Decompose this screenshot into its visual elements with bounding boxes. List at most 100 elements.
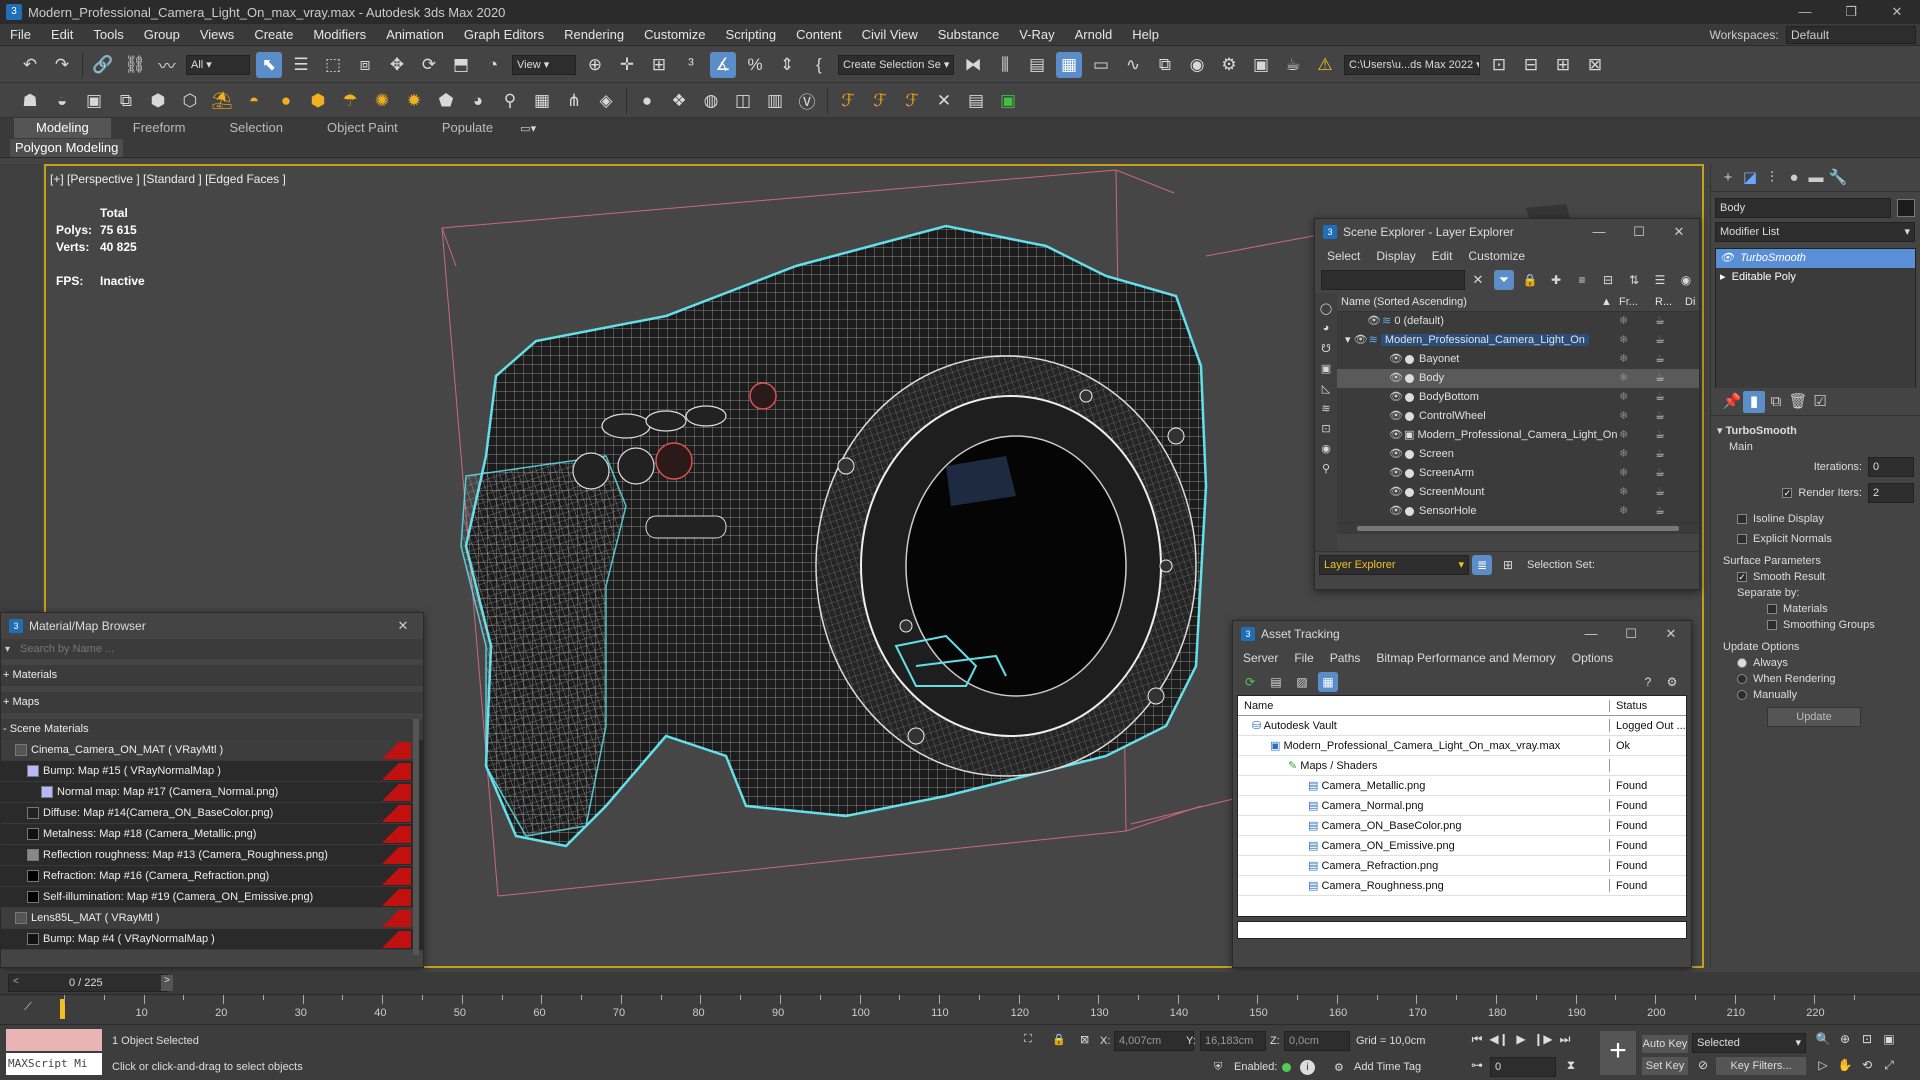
help-icon[interactable]: ? bbox=[1638, 672, 1658, 692]
auto-key-button[interactable]: Auto Key bbox=[1642, 1035, 1688, 1053]
toggle-ribbon-icon[interactable]: ▭ bbox=[1088, 52, 1114, 78]
ribbon-options-icon[interactable]: ▭▾ bbox=[518, 120, 538, 136]
menu-create[interactable]: Create bbox=[244, 24, 303, 46]
settings-icon[interactable]: ⚙ bbox=[1662, 672, 1682, 692]
clear-search-icon[interactable]: ✕ bbox=[1468, 270, 1488, 290]
modifier-list-dropdown[interactable]: Modifier List ▾ bbox=[1715, 222, 1915, 242]
column-name-header[interactable]: Name bbox=[1238, 699, 1610, 712]
asset-row[interactable]: ⛁ Autodesk Vault Logged Out ... bbox=[1238, 716, 1686, 736]
set-key-big-icon[interactable]: + bbox=[1600, 1031, 1636, 1075]
visibility-eye-icon[interactable]: 👁 bbox=[1389, 388, 1403, 407]
material-row[interactable]: Bump: Map #15 ( VRayNormalMap ) bbox=[1, 761, 415, 782]
timeline-track[interactable]: ⟋ 10 20 30 40 50 60 70 80 90 100 110 120 130 140 150 16… bbox=[0, 994, 1920, 1024]
selection-filter-dropdown[interactable]: All ▾ bbox=[186, 54, 250, 75]
layers-icon[interactable]: ☰ bbox=[1650, 270, 1670, 290]
vray-light-plane-icon[interactable]: ⛱ bbox=[209, 88, 235, 114]
visibility-eye-icon[interactable]: 👁 bbox=[1389, 483, 1403, 502]
close-button[interactable]: ✕ bbox=[1651, 621, 1691, 647]
polygon-modeling-panel[interactable]: Polygon Modeling bbox=[10, 139, 124, 157]
vray-interactive-icon[interactable]: ⧉ bbox=[113, 88, 139, 114]
asset-menu-bitmap-performance-and-memory[interactable]: Bitmap Performance and Memory bbox=[1368, 647, 1563, 669]
display-none-icon[interactable]: ◯ bbox=[1317, 299, 1335, 317]
asset-row[interactable]: ▤ Camera_Refraction.png Found bbox=[1238, 856, 1686, 876]
time-tag-icon[interactable]: ⚙ bbox=[1334, 1061, 1344, 1074]
display-geometry-icon[interactable]: ◕ bbox=[1317, 319, 1335, 337]
window-crossing-icon[interactable]: ⧈ bbox=[352, 52, 378, 78]
update-button[interactable]: Update bbox=[1767, 707, 1861, 727]
move-icon[interactable]: ✥ bbox=[384, 52, 410, 78]
edit-named-sets-icon[interactable]: { bbox=[806, 52, 832, 78]
render-teapot-icon[interactable]: ☕ bbox=[1655, 426, 1665, 445]
vray-camera-icon[interactable]: ⚲ bbox=[497, 88, 523, 114]
material-row[interactable]: Bump: Map #4 ( VRayNormalMap ) bbox=[1, 929, 415, 950]
zoom-extents-all-icon[interactable]: ▣ bbox=[1878, 1029, 1900, 1049]
select-object-icon[interactable]: ⬉ bbox=[256, 51, 282, 78]
material-row[interactable]: Cinema_Camera_ON_MAT ( VRayMtl ) bbox=[1, 740, 415, 761]
curve-editor-mini-icon[interactable]: ⟋ bbox=[24, 1001, 32, 1014]
render-teapot-icon[interactable]: ☕ bbox=[1655, 331, 1665, 350]
snaps-toggle-icon[interactable]: ³ bbox=[678, 52, 704, 78]
layer-explorer-icon[interactable]: ≣ bbox=[1472, 554, 1492, 575]
tab-modeling[interactable]: Modeling bbox=[14, 118, 111, 138]
vray-multi-icon[interactable]: ❖ bbox=[666, 88, 692, 114]
iterations-spinner[interactable]: 0 bbox=[1868, 457, 1914, 477]
toggle-scene-explorer-icon[interactable]: ▤ bbox=[1024, 52, 1050, 78]
rollout-title[interactable]: ▾ TurboSmooth bbox=[1717, 424, 1914, 437]
explorer-type-dropdown[interactable]: Layer Explorer ▾ bbox=[1319, 554, 1469, 575]
display-helpers-icon[interactable]: ≋ bbox=[1317, 399, 1335, 417]
bind-spacewarp-icon[interactable]: 〰 bbox=[154, 52, 180, 78]
fp-3-icon[interactable]: ℱ bbox=[899, 88, 925, 114]
hierarchy-tab-icon[interactable]: ⫶ bbox=[1761, 167, 1783, 189]
menu-animation[interactable]: Animation bbox=[376, 24, 454, 46]
freeze-icon[interactable]: ❄ bbox=[1619, 445, 1628, 464]
y-coordinate-field[interactable]: 16,183cm bbox=[1200, 1031, 1266, 1051]
manually-radio[interactable] bbox=[1737, 690, 1747, 701]
tree-row[interactable]: 👁 SensorHole ❄ ☕ bbox=[1337, 502, 1699, 521]
column-render-header[interactable]: R... bbox=[1655, 293, 1672, 312]
material-search-input[interactable] bbox=[16, 640, 417, 658]
modify-tab-icon[interactable]: ◪ bbox=[1739, 167, 1761, 189]
play-icon[interactable]: ▶ bbox=[1510, 1029, 1532, 1049]
freeze-icon[interactable]: ❄ bbox=[1619, 426, 1628, 445]
render-teapot-icon[interactable]: ☕ bbox=[1655, 350, 1665, 369]
asset-menu-server[interactable]: Server bbox=[1235, 647, 1286, 669]
menu-file[interactable]: File bbox=[0, 24, 41, 46]
mirror-icon[interactable]: ⧓ bbox=[960, 52, 986, 78]
create-tab-icon[interactable]: + bbox=[1717, 167, 1739, 189]
collapse-arrow-icon[interactable]: ▾ bbox=[1345, 334, 1354, 346]
selection-lock-icon[interactable]: 🔒 bbox=[1052, 1033, 1066, 1046]
key-set-dropdown[interactable]: Selected ▾ bbox=[1692, 1033, 1806, 1053]
freeze-icon[interactable]: ❄ bbox=[1619, 350, 1628, 369]
viewport-label[interactable]: [+] [Perspective ] [Standard ] [Edged Fa… bbox=[50, 172, 286, 186]
current-frame-field[interactable]: 0 bbox=[1490, 1057, 1556, 1077]
close-button[interactable]: ✕ bbox=[383, 613, 423, 639]
vray-fur-icon[interactable]: ⬢ bbox=[145, 88, 171, 114]
object-name-field[interactable]: Body bbox=[1715, 198, 1891, 218]
freeze-icon[interactable]: ❄ bbox=[1619, 464, 1628, 483]
workspace-selector[interactable]: Workspaces: Default bbox=[1710, 24, 1920, 46]
material-scrollbar[interactable] bbox=[413, 719, 419, 955]
tab-object-paint[interactable]: Object Paint bbox=[305, 118, 420, 138]
render-teapot-icon[interactable]: ☕ bbox=[1655, 312, 1665, 331]
project-folder-icon[interactable]: ⊡ bbox=[1486, 52, 1512, 78]
x-coordinate-field[interactable]: 4,007cm bbox=[1114, 1031, 1194, 1051]
project-path-dropdown[interactable]: C:\Users\u...ds Max 2022 ▾ bbox=[1344, 54, 1480, 75]
tree-row[interactable]: 👁 Bayonet ❄ ☕ bbox=[1337, 350, 1699, 369]
visibility-eye-icon[interactable]: 👁 bbox=[1367, 312, 1381, 331]
minimize-button[interactable]: — bbox=[1579, 219, 1619, 245]
utilities-tab-icon[interactable]: 🔧 bbox=[1827, 167, 1849, 189]
asset-row[interactable]: ▣ Modern_Professional_Camera_Light_On_ma… bbox=[1238, 736, 1686, 756]
vray-proxy-icon[interactable]: ⬡ bbox=[177, 88, 203, 114]
scene-materials-group[interactable]: - Scene Materials bbox=[1, 719, 423, 740]
menu-v-ray[interactable]: V-Ray bbox=[1009, 24, 1064, 46]
menu-civil-view[interactable]: Civil View bbox=[852, 24, 928, 46]
spinner-snap-icon[interactable]: ⇕ bbox=[774, 52, 800, 78]
fp-2-icon[interactable]: ℱ bbox=[867, 88, 893, 114]
warning-icon[interactable]: ⚠ bbox=[1312, 52, 1338, 78]
display-tab-icon[interactable]: ▬ bbox=[1805, 167, 1827, 189]
material-row[interactable]: Normal map: Map #17 (Camera_Normal.png) bbox=[1, 782, 415, 803]
reference-coord-dropdown[interactable]: View ▾ bbox=[512, 54, 576, 75]
tree-row[interactable]: 👁 Screen ❄ ☕ bbox=[1337, 445, 1699, 464]
absolute-mode-icon[interactable]: ⊠ bbox=[1080, 1033, 1089, 1046]
menu-help[interactable]: Help bbox=[1122, 24, 1169, 46]
